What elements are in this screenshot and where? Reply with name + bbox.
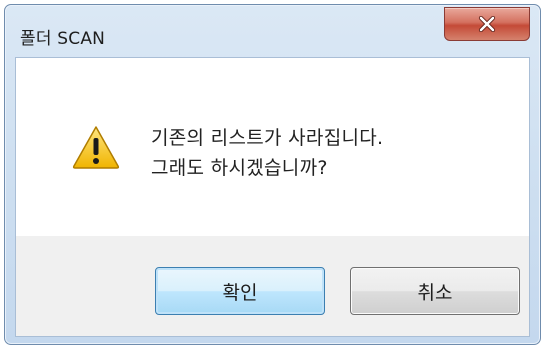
message-area: 기존의 리스트가 사라집니다. 그래도 하시겠습니까?: [16, 58, 529, 236]
confirm-dialog: 폴더 SCAN 기존의 리스트가 사라집니다. 그래도 하시겠습니까? 확인 취…: [4, 4, 541, 345]
ok-button[interactable]: 확인: [155, 267, 325, 315]
close-button[interactable]: [444, 7, 530, 41]
message-line-1: 기존의 리스트가 사라집니다.: [151, 127, 384, 149]
message-line-2: 그래도 하시겠습니까?: [151, 157, 328, 179]
cancel-button[interactable]: 취소: [350, 267, 520, 315]
dialog-body: 기존의 리스트가 사라집니다. 그래도 하시겠습니까? 확인 취소: [15, 57, 530, 337]
title-bar[interactable]: 폴더 SCAN: [5, 5, 540, 57]
window-title: 폴더 SCAN: [20, 29, 106, 49]
warning-icon: [71, 124, 121, 170]
message-text: 기존의 리스트가 사라집니다. 그래도 하시겠습니까?: [151, 123, 383, 183]
close-icon: [478, 16, 496, 32]
